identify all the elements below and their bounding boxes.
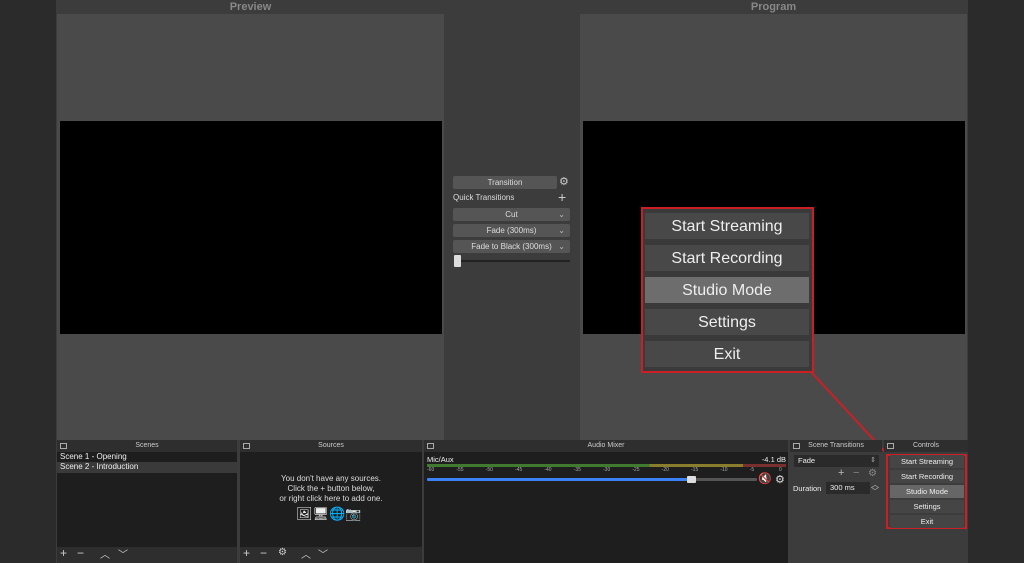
sources-title: Sources <box>318 442 344 449</box>
meter-tick-label: -20 <box>661 467 669 473</box>
studio-mode-button[interactable]: Studio Mode <box>890 485 964 498</box>
source-properties-gear-icon[interactable]: ⚙ <box>278 547 287 558</box>
audio-mixer-title: Audio Mixer <box>587 442 625 449</box>
meter-tick-label: -55 <box>456 467 464 473</box>
add-scene-icon[interactable]: + <box>60 546 67 560</box>
start-streaming-button[interactable]: Start Streaming <box>890 455 964 468</box>
meter-tick-label: -10 <box>720 467 728 473</box>
remove-transition-icon[interactable]: − <box>853 467 859 479</box>
dock-float-icon[interactable] <box>60 443 67 449</box>
move-up-icon[interactable]: ︿ <box>100 546 110 561</box>
volume-slider-track[interactable] <box>691 478 757 481</box>
add-transition-icon[interactable]: + <box>838 467 844 479</box>
sources-empty-message: You don't have any sources. Click the + … <box>240 474 422 504</box>
scene-transitions-title: Scene Transitions <box>808 442 864 449</box>
source-type-icons: 🖼🖥🌐📷 <box>296 506 361 522</box>
transition-select-value: Fade <box>798 456 816 465</box>
sources-toolbar <box>240 547 422 563</box>
dock-float-icon[interactable] <box>887 443 894 449</box>
meter-tick-label: -60 <box>427 467 435 473</box>
updown-icon: ⇕ <box>870 457 876 464</box>
remove-source-icon[interactable]: − <box>260 546 267 560</box>
stepper-down-icon[interactable]: ﹀ <box>871 488 879 496</box>
volume-slider-fill <box>427 478 691 481</box>
camera-icon: 📷 <box>345 506 362 521</box>
meter-tick-label: -15 <box>691 467 699 473</box>
sources-header: Sources <box>240 440 422 452</box>
scene-item[interactable]: Scene 2 - Introduction <box>60 462 138 471</box>
dock-float-icon[interactable] <box>243 443 250 449</box>
empty-line: or right click here to add one. <box>279 494 383 503</box>
meter-tick-label: -35 <box>573 467 581 473</box>
empty-line: You don't have any sources. <box>281 474 381 483</box>
controls-title: Controls <box>912 442 940 449</box>
scene-item[interactable]: Scene 1 - Opening <box>60 452 127 461</box>
start-recording-button[interactable]: Start Recording <box>890 470 964 483</box>
dock-float-icon[interactable] <box>793 443 800 449</box>
move-up-icon[interactable]: ︿ <box>301 546 311 561</box>
mixer-gear-icon[interactable]: ⚙ <box>775 473 785 486</box>
meter-tick-label: -40 <box>544 467 552 473</box>
settings-button[interactable]: Settings <box>890 500 964 513</box>
meter-tick-label: -25 <box>632 467 640 473</box>
globe-icon: 🌐 <box>329 506 346 521</box>
scene-transitions-header: Scene Transitions <box>790 440 882 452</box>
meter-scale: -60 -55 -50 -45 -40 -35 -30 -25 -20 -15 -10 -5 0 <box>427 467 786 475</box>
scenes-header: Scenes <box>57 440 237 452</box>
audio-mixer-header: Audio Mixer <box>424 440 788 452</box>
transition-select[interactable]: Fade ⇕ <box>794 455 879 467</box>
display-icon: 🖥 <box>312 506 330 521</box>
image-icon: 🖼 <box>296 506 313 521</box>
empty-line: Click the + button below, <box>287 484 375 493</box>
dock-float-icon[interactable] <box>427 443 434 449</box>
duration-input[interactable]: 300 ms <box>826 482 870 494</box>
meter-tick-label: -30 <box>603 467 611 473</box>
duration-label: Duration <box>793 484 822 493</box>
meter-tick-label: -45 <box>515 467 523 473</box>
add-source-icon[interactable]: + <box>243 546 250 560</box>
mixer-channel-name: Mic/Aux <box>427 455 454 464</box>
meter-tick-label: -5 <box>749 467 755 473</box>
exit-button[interactable]: Exit <box>890 515 964 528</box>
transition-properties-gear-icon[interactable]: ⚙ <box>868 468 877 479</box>
mute-speaker-icon[interactable]: 🔇 <box>758 472 772 485</box>
move-down-icon[interactable]: ﹀ <box>318 546 328 561</box>
volume-slider-handle[interactable] <box>687 476 696 483</box>
remove-scene-icon[interactable]: − <box>77 546 84 560</box>
meter-tick-label: -50 <box>485 467 493 473</box>
duration-stepper[interactable]: ︿ ﹀ <box>871 481 879 496</box>
mixer-level-readout: -4.1 dB <box>761 455 786 464</box>
controls-header: Controls <box>884 440 968 452</box>
scenes-title: Scenes <box>135 442 159 449</box>
move-down-icon[interactable]: ﹀ <box>118 546 128 561</box>
